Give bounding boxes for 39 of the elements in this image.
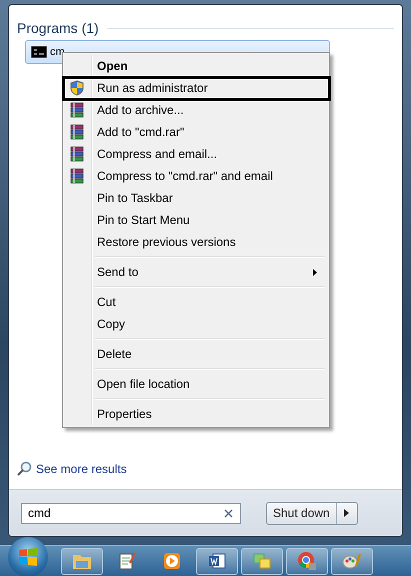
menu-item[interactable]: Run as administrator [65,77,327,99]
window-panes-icon [18,548,38,566]
menu-item[interactable]: Open file location [65,373,327,395]
menu-item[interactable]: Send to [65,261,327,283]
triangle-right-icon [344,509,350,517]
section-title: Programs (1) [17,20,99,36]
menu-item[interactable]: Delete [65,343,327,365]
console-icon [31,46,47,58]
search-icon [16,461,32,477]
menu-item[interactable]: Cut [65,291,327,313]
books-stack-icon [69,102,85,118]
menu-item[interactable]: Compress and email... [65,143,327,165]
document-icon [208,552,226,570]
taskbar-button[interactable] [241,548,283,574]
browser-icon [297,551,317,571]
play-icon [163,552,181,570]
books-stack-icon [69,146,85,162]
menu-item[interactable]: Open [65,55,327,77]
folder-icon [72,552,92,570]
shield-icon [69,80,85,96]
taskbar-button[interactable] [331,548,373,574]
books-stack-icon [69,124,85,140]
menu-item[interactable]: Pin to Taskbar [65,187,327,209]
menu-item[interactable]: Add to "cmd.rar" [65,121,327,143]
menu-item[interactable]: Add to archive... [65,99,327,121]
menu-item[interactable]: Copy [65,313,327,335]
photos-icon [252,552,272,570]
menu-item[interactable]: Properties [65,403,327,425]
books-stack-icon [69,168,85,184]
notepad-icon [118,551,136,571]
palette-icon [342,552,362,570]
menu-item[interactable]: Compress to "cmd.rar" and email [65,165,327,187]
see-more-results-link[interactable]: See more results [36,462,127,476]
menu-item[interactable]: Pin to Start Menu [65,209,327,231]
search-field[interactable]: cmd [21,502,241,524]
clear-icon[interactable] [224,508,233,518]
taskbar-button[interactable] [196,548,238,574]
menu-item[interactable]: Restore previous versions [65,231,327,253]
start-button[interactable] [8,537,48,576]
